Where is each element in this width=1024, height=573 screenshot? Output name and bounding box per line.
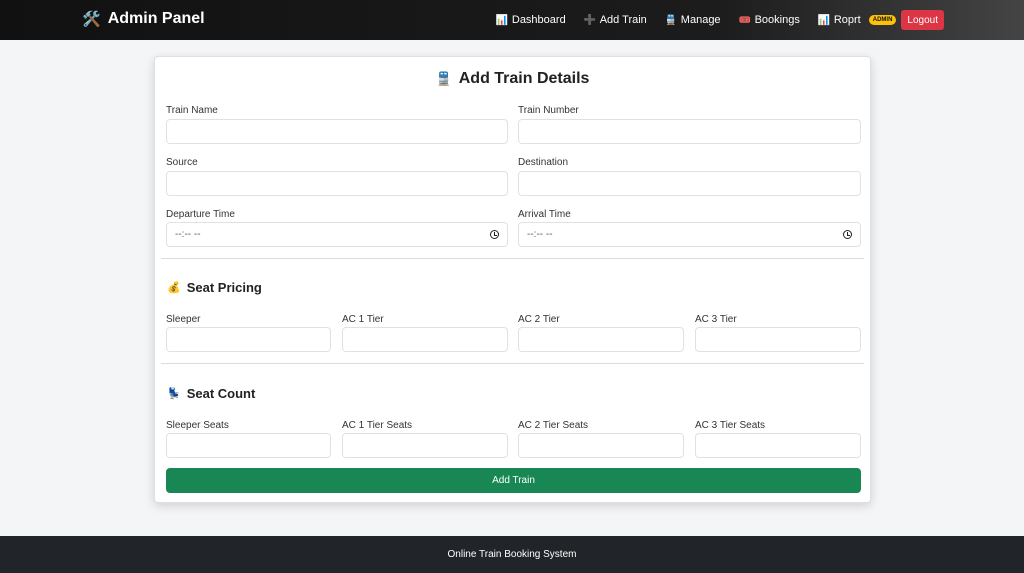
train-number-input[interactable] [518,119,861,144]
ac2-seats-label: AC 2 Tier Seats [518,420,589,431]
nav-item-manage[interactable]: 🚆 Manage [665,14,721,26]
ac2-seats-input[interactable] [518,433,684,458]
train-name-label: Train Name [166,105,218,116]
sleeper-price-input[interactable] [166,327,331,352]
nav-item-label: Roprt [833,14,861,26]
departure-time-input[interactable]: --:-- -- [166,222,508,247]
money-bag-icon: 💰 [167,282,181,294]
ac1-seats-input[interactable] [342,433,508,458]
section-divider [161,363,864,364]
nav-item-dashboard[interactable]: 📊 Dashboard [496,14,566,26]
nav-item-label: Dashboard [511,14,566,26]
time-placeholder: --:-- -- [175,229,201,240]
footer: Online Train Booking System [0,536,1024,573]
ac3-seats-input[interactable] [695,433,861,458]
clock-icon[interactable] [843,230,852,239]
plus-icon: ➕ [583,14,597,26]
nav-item-label: Bookings [754,14,800,26]
arrival-time-input[interactable]: --:-- -- [518,222,861,247]
sleeper-seats-label: Sleeper Seats [166,420,229,431]
seat-count-title: Seat Count [186,386,256,401]
train-number-label: Train Number [518,105,579,116]
admin-badge: ADMIN [868,15,897,25]
ac3-price-label: AC 3 Tier [695,314,737,325]
footer-text: Online Train Booking System [447,549,577,560]
bar-chart-icon: 📊 [495,14,509,26]
seat-count-heading: 💺 Seat Count [167,386,255,401]
seat-pricing-heading: 💰 Seat Pricing [167,280,262,295]
train-icon: 🚆 [664,14,678,26]
destination-input[interactable] [518,171,861,196]
train-name-input[interactable] [166,119,508,144]
ac1-seats-label: AC 1 Tier Seats [342,420,413,431]
source-label: Source [166,157,198,168]
card-title: 🚆 Add Train Details [155,70,870,88]
tools-icon: 🛠️ [82,11,101,28]
nav-item-bookings[interactable]: 🎟️ Bookings [739,14,800,26]
ac2-price-label: AC 2 Tier [518,314,560,325]
ac3-price-input[interactable] [695,327,861,352]
ac1-price-input[interactable] [342,327,508,352]
seat-icon: 💺 [167,388,181,400]
brand-title: Admin Panel [107,10,205,27]
train-icon: 🚆 [435,71,452,86]
sleeper-seats-input[interactable] [166,433,331,458]
add-train-button[interactable]: Add Train [166,468,861,493]
arrival-time-label: Arrival Time [518,209,571,220]
ticket-icon: 🎟️ [738,14,752,26]
time-placeholder: --:-- -- [527,229,553,240]
section-divider [161,258,864,259]
nav-links: 📊 Dashboard ➕ Add Train 🚆 Manage 🎟️ Book… [496,0,944,40]
departure-time-label: Departure Time [166,209,235,220]
nav-item-label: Add Train [599,14,647,26]
navbar: 🛠️ Admin Panel 📊 Dashboard ➕ Add Train 🚆… [0,0,1024,40]
sleeper-price-label: Sleeper [166,314,201,325]
source-input[interactable] [166,171,508,196]
nav-item-label: Manage [680,14,721,26]
add-train-card: 🚆 Add Train Details Train Name Train Num… [154,56,871,503]
destination-label: Destination [518,157,569,168]
ac2-price-input[interactable] [518,327,684,352]
ac3-seats-label: AC 3 Tier Seats [695,420,766,431]
bar-chart-icon: 📊 [817,14,831,26]
clock-icon[interactable] [490,230,499,239]
brand[interactable]: 🛠️ Admin Panel [82,10,205,28]
card-title-text: Add Train Details [458,70,590,87]
nav-item-report[interactable]: 📊 Roprt ADMIN [818,14,897,26]
logout-button[interactable]: Logout [901,10,944,30]
ac1-price-label: AC 1 Tier [342,314,384,325]
seat-pricing-title: Seat Pricing [186,280,262,295]
nav-item-add-train[interactable]: ➕ Add Train [584,14,647,26]
